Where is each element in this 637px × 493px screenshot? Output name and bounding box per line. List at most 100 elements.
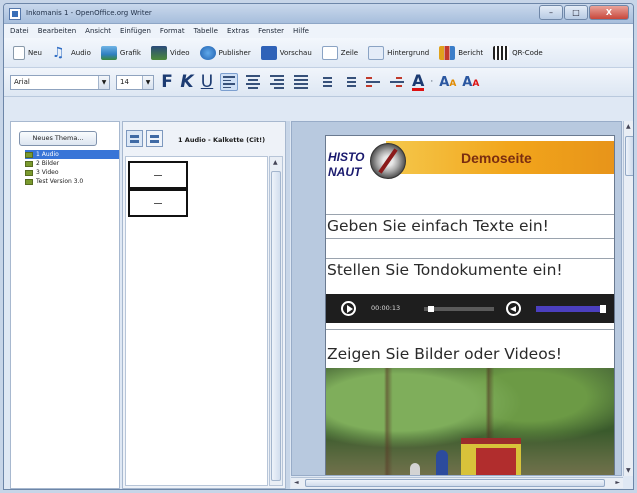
background-button[interactable]: Hintergrund xyxy=(365,43,432,63)
app-window: Inkomanis 1 - OpenOffice.org Writer – □ … xyxy=(3,3,634,490)
font-size-select[interactable]: 14 ▼ xyxy=(116,74,154,90)
folder-icon xyxy=(25,160,33,167)
scrollbar-thumb[interactable] xyxy=(625,136,633,176)
audio-button[interactable]: ♫ Audio xyxy=(49,43,94,63)
panel-splitter[interactable] xyxy=(286,121,290,489)
text-block[interactable]: Stellen Sie Tondokumente ein! xyxy=(326,261,614,279)
minimize-button[interactable]: – xyxy=(539,5,563,20)
logo-text-bottom: NAUT xyxy=(328,165,362,179)
decrease-indent-button[interactable] xyxy=(364,73,382,91)
preview-horizontal-scrollbar[interactable]: ◄ ► xyxy=(291,477,623,488)
scroll-left-icon[interactable]: ◄ xyxy=(294,479,299,486)
pages-panel-title: 1 Audio - Kalkette (Cit!) xyxy=(178,136,266,144)
progress-handle[interactable] xyxy=(427,306,434,312)
publisher-button[interactable]: Publisher xyxy=(197,43,254,63)
new-button[interactable]: Neu xyxy=(10,43,45,63)
window-title: Inkomanis 1 - OpenOffice.org Writer xyxy=(26,9,152,17)
globe-icon xyxy=(199,45,216,60)
divider xyxy=(326,238,614,239)
tree-item[interactable]: 3 Video xyxy=(25,168,119,177)
page-thumbnail[interactable] xyxy=(128,161,188,189)
scroll-right-icon[interactable]: ► xyxy=(615,479,620,486)
line-button[interactable]: Zeile xyxy=(319,43,361,63)
audio-player: 00:00:13 xyxy=(326,294,614,323)
thumbnail-view-button[interactable] xyxy=(126,130,143,147)
play-icon[interactable] xyxy=(341,301,356,316)
font-color-dropdown-icon[interactable]: · xyxy=(430,77,433,87)
qr-code-icon xyxy=(493,45,510,60)
volume-slider[interactable] xyxy=(536,305,606,313)
divider xyxy=(326,258,614,259)
italic-button[interactable]: K xyxy=(180,72,194,92)
new-topic-button[interactable]: Neues Thema... xyxy=(19,131,97,146)
photo-stall-front xyxy=(476,448,516,475)
format-toolbar: Arial ▼ 14 ▼ F K U A · AA AA xyxy=(4,68,633,97)
scroll-up-icon[interactable]: ▲ xyxy=(626,123,631,130)
volume-icon[interactable] xyxy=(506,301,521,316)
graphic-button[interactable]: Grafik xyxy=(98,43,144,63)
preview-button[interactable]: Vorschau xyxy=(258,43,315,63)
menu-insert[interactable]: Einfügen xyxy=(120,27,151,35)
menu-format[interactable]: Format xyxy=(160,27,185,35)
underline-button[interactable]: U xyxy=(200,72,214,92)
menu-file[interactable]: Datei xyxy=(10,27,29,35)
justify-button[interactable] xyxy=(292,73,310,91)
chevron-down-icon[interactable]: ▼ xyxy=(142,75,153,89)
numbered-list-button[interactable] xyxy=(316,73,334,91)
shrink-font-icon[interactable]: AA xyxy=(462,75,479,90)
menu-help[interactable]: Hilfe xyxy=(293,27,309,35)
increase-indent-button[interactable] xyxy=(388,73,406,91)
logo-text-top: HISTO xyxy=(328,150,365,164)
qr-code-button[interactable]: QR-Code xyxy=(490,43,546,63)
divider xyxy=(326,329,614,330)
scroll-up-icon[interactable]: ▲ xyxy=(273,159,278,166)
tree-item[interactable]: 2 Bilder xyxy=(25,159,119,168)
list-view-button[interactable] xyxy=(146,130,163,147)
new-document-icon xyxy=(13,45,25,60)
scroll-down-icon[interactable]: ▼ xyxy=(626,467,631,474)
audio-progress-bar[interactable] xyxy=(424,306,494,312)
preview-vertical-scrollbar[interactable]: ▲ ▼ xyxy=(623,121,633,476)
page-preview: HISTO NAUT Demoseite Geben Sie einfach T… xyxy=(291,121,622,476)
bold-button[interactable]: F xyxy=(160,72,174,92)
page-thumbnail[interactable] xyxy=(128,189,188,217)
tree-item[interactable]: 1 Audio xyxy=(25,150,119,159)
text-block[interactable]: Geben Sie einfach Texte ein! xyxy=(326,217,614,235)
menu-table[interactable]: Tabelle xyxy=(194,27,218,35)
title-bar[interactable]: Inkomanis 1 - OpenOffice.org Writer – □ … xyxy=(4,4,633,24)
folder-icon xyxy=(25,151,33,158)
preview-page: HISTO NAUT Demoseite Geben Sie einfach T… xyxy=(325,135,615,475)
topic-tree: 1 Audio 2 Bilder 3 Video Test Version 3.… xyxy=(25,150,119,186)
font-color-icon[interactable]: A xyxy=(412,72,425,91)
pages-scrollbar[interactable]: ▲ xyxy=(269,156,283,486)
menu-window[interactable]: Fenster xyxy=(258,27,284,35)
align-right-button[interactable] xyxy=(268,73,286,91)
menu-view[interactable]: Ansicht xyxy=(85,27,111,35)
bullet-list-button[interactable] xyxy=(340,73,358,91)
background-icon xyxy=(368,45,385,60)
scrollbar-thumb[interactable] xyxy=(271,171,281,481)
font-name-select[interactable]: Arial ▼ xyxy=(10,74,110,90)
maximize-button[interactable]: □ xyxy=(564,5,588,20)
pages-panel: 1 Audio - Kalkette (Cit!) ▲ xyxy=(122,121,286,489)
bar-chart-icon xyxy=(439,45,456,60)
tree-item[interactable]: Test Version 3.0 xyxy=(25,177,119,186)
scrollbar-thumb[interactable] xyxy=(305,479,605,487)
main-toolbar: Neu ♫ Audio Grafik Video Publisher Vorsc… xyxy=(4,38,633,68)
align-left-button[interactable] xyxy=(220,73,238,91)
report-button[interactable]: Bericht xyxy=(436,43,486,63)
menu-tools[interactable]: Extras xyxy=(227,27,249,35)
audio-time: 00:00:13 xyxy=(371,304,401,312)
menu-bar: Datei Bearbeiten Ansicht Einfügen Format… xyxy=(4,24,633,38)
forest-photo[interactable] xyxy=(326,368,614,475)
grow-font-icon[interactable]: AA xyxy=(439,75,456,90)
text-block[interactable]: Zeigen Sie Bilder oder Videos! xyxy=(326,345,614,363)
video-button[interactable]: Video xyxy=(148,43,193,63)
volume-handle[interactable] xyxy=(600,305,606,313)
music-note-icon: ♫ xyxy=(51,44,65,61)
menu-edit[interactable]: Bearbeiten xyxy=(38,27,76,35)
chevron-down-icon[interactable]: ▼ xyxy=(98,75,109,89)
close-button[interactable]: X xyxy=(589,5,629,20)
align-center-button[interactable] xyxy=(244,73,262,91)
line-icon xyxy=(321,45,338,60)
